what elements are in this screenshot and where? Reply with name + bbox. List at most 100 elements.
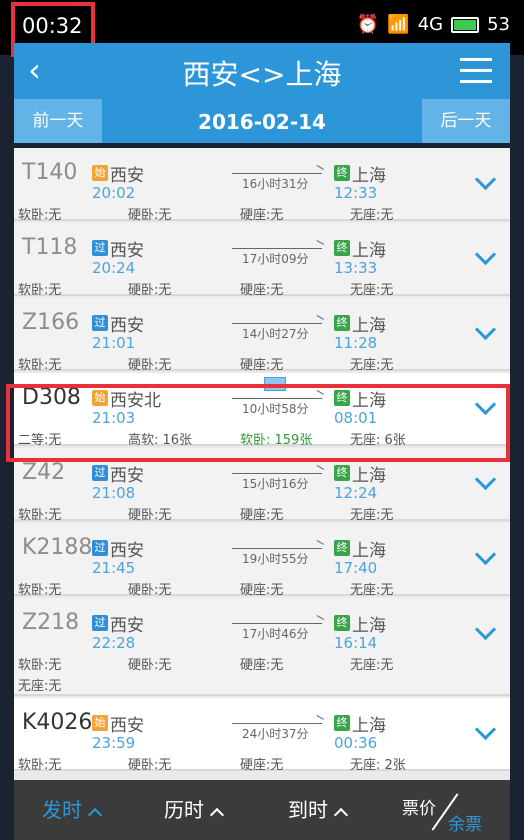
sort-price[interactable]: 票价 [402,794,436,819]
destination-badge: 终 [334,465,350,481]
chevron-down-icon[interactable] [476,622,494,640]
origin-badge: 过 [92,315,108,331]
origin-station: 西安 [110,716,144,736]
train-number: D308 [22,385,81,410]
next-day-button[interactable]: 后一天 [422,99,510,143]
chevron-down-icon[interactable] [476,547,494,565]
arrow-line-icon [232,723,322,724]
arrow-line-icon [232,173,322,174]
train-row[interactable]: T140 始 西安 20:02 16小时31分 终 上海 12:33 软卧:无 … [14,148,510,223]
arrow-line-icon [232,248,322,249]
destination-station: 上海 [352,466,386,486]
page-title: 西安<>上海 [182,58,342,91]
arrow-line-icon [232,473,322,474]
origin-badge: 始 [92,715,108,731]
seat-availability: 无座:无 [350,358,394,373]
sort-departure[interactable]: 发时 [42,794,103,823]
origin-station: 西安 [110,316,144,336]
seat-availability: 软卧:无 [18,583,62,598]
duration: 17小时46分 [242,627,309,641]
sort-duration-label: 历时 [164,798,204,822]
seat-availability: 硬座:无 [240,358,284,373]
destination-station: 上海 [352,541,386,561]
train-row[interactable]: K2188 过 西安 21:45 19小时55分 终 上海 17:40 软卧:无… [14,523,510,598]
seat-availability: 硬座:无 [240,758,284,773]
train-row[interactable]: D308 始 西安北 21:03 10小时58分 终 上海 08:01 二等:无… [14,373,510,448]
train-row[interactable]: K4026 始 西安 23:59 24小时37分 终 上海 00:36 软卧:无… [14,698,510,773]
seat-availability: 硬卧:无 [128,758,172,773]
duration: 17小时09分 [242,252,309,266]
origin-station: 西安 [110,466,144,486]
train-number: Z42 [22,460,66,485]
seat-availability: 硬卧:无 [128,508,172,523]
destination-station: 上海 [352,166,386,186]
train-row[interactable]: T118 过 西安 20:24 17小时09分 终 上海 13:33 软卧:无 … [14,223,510,298]
seat-availability: 软卧: 159张 [240,433,313,448]
chevron-down-icon[interactable] [476,722,494,740]
origin-station: 西安 [110,241,144,261]
arrow-line-icon [232,548,322,549]
seat-availability: 硬座:无 [240,658,284,673]
departure-time: 22:28 [92,634,136,652]
seat-availability: 硬座:无 [240,583,284,598]
seat-availability: 无座:无 [350,658,394,673]
caret-up-icon [209,807,225,823]
duration: 10小时58分 [242,402,309,416]
chevron-down-icon[interactable] [476,247,494,265]
train-number: Z166 [22,310,80,335]
origin-badge: 过 [92,240,108,256]
signal-label: 4G [417,14,444,35]
destination-badge: 终 [334,240,350,256]
seat-availability: 硬座:无 [240,508,284,523]
sort-remaining[interactable]: 余票 [448,810,482,835]
departure-time: 23:59 [92,734,136,752]
seat-availability: 软卧:无 [18,358,62,373]
chevron-down-icon[interactable] [476,322,494,340]
caret-up-icon [333,807,349,823]
chevron-down-icon[interactable] [476,472,494,490]
arrow-line-icon [232,323,322,324]
origin-badge: 过 [92,465,108,481]
chevron-down-icon[interactable] [476,172,494,190]
train-row[interactable]: Z218 过 西安 22:28 17小时46分 终 上海 16:14 软卧:无 … [14,598,510,696]
arrow-line-icon [232,398,322,399]
menu-icon[interactable] [460,58,492,91]
arrow-line-icon [232,623,322,624]
arrival-time: 13:33 [334,259,378,277]
bottom-sort-bar: 发时 历时 到时 票价 余票 [14,780,510,840]
sort-arrival[interactable]: 到时 [288,794,349,823]
seat-availability: 二等:无 [18,433,62,448]
seat-availability: 无座:无 [350,283,394,298]
train-number: T118 [22,235,78,260]
train-row[interactable]: Z42 过 西安 21:08 15小时16分 终 上海 12:24 软卧:无 硬… [14,448,510,523]
arrival-time: 00:36 [334,734,378,752]
seat-availability: 硬座:无 [240,208,284,223]
arrival-time: 11:28 [334,334,378,352]
sort-arrival-label: 到时 [288,798,328,822]
duration: 16小时31分 [242,177,309,191]
destination-station: 上海 [352,716,386,736]
origin-station: 西安 [110,166,144,186]
destination-station: 上海 [352,391,386,411]
seat-availability: 无座:无 [350,508,394,523]
chevron-down-icon[interactable] [476,397,494,415]
seat-availability: 软卧:无 [18,508,62,523]
arrival-time: 17:40 [334,559,378,577]
departure-time: 20:24 [92,259,136,277]
train-list: T140 始 西安 20:02 16小时31分 终 上海 12:33 软卧:无 … [14,148,510,780]
origin-badge: 始 [92,390,108,406]
destination-badge: 终 [334,540,350,556]
arrival-time: 08:01 [334,409,378,427]
departure-time: 20:02 [92,184,136,202]
destination-badge: 终 [334,165,350,181]
origin-station: 西安 [110,616,144,636]
seat-availability: 无座: 2张 [350,758,406,773]
alarm-icon: ⏰ [356,14,380,35]
destination-badge: 终 [334,715,350,731]
departure-time: 21:08 [92,484,136,502]
train-row[interactable]: Z166 过 西安 21:01 14小时27分 终 上海 11:28 软卧:无 … [14,298,510,373]
arrival-time: 12:33 [334,184,378,202]
sort-duration[interactable]: 历时 [164,794,225,823]
seat-availability: 硬卧:无 [128,658,172,673]
destination-badge: 终 [334,615,350,631]
